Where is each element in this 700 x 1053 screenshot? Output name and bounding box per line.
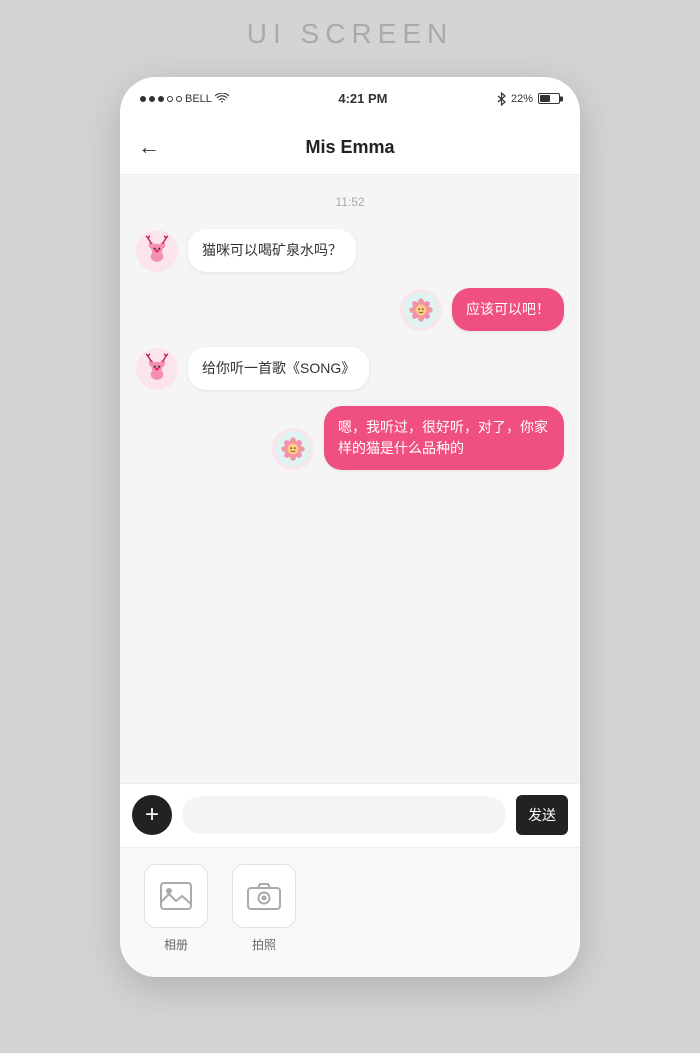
avatar-deer-2 — [136, 348, 178, 390]
message-row-3: 给你听一首歌《SONG》 — [136, 347, 564, 390]
plus-button[interactable]: + — [132, 795, 172, 835]
message-row-4: 嗯，我听过，很好听，对了，你家样的猫是什么品种的 — [136, 406, 564, 470]
send-button[interactable]: 发送 — [516, 795, 568, 835]
dot1 — [140, 96, 146, 102]
message-row-2: 应该可以吧！ — [136, 288, 564, 331]
status-time: 4:21 PM — [338, 91, 387, 106]
dot4 — [167, 96, 173, 102]
image-icon — [160, 882, 192, 910]
carrier-label: BELL — [185, 93, 212, 105]
status-right: 22% — [497, 92, 560, 106]
album-label: 相册 — [164, 936, 188, 953]
dot5 — [176, 96, 182, 102]
avatar-crab — [400, 289, 442, 331]
message-input[interactable] — [182, 796, 506, 834]
wifi-icon — [215, 93, 229, 104]
camera-label: 拍照 — [252, 936, 276, 953]
album-button[interactable]: 相册 — [144, 864, 208, 953]
album-icon-box — [144, 864, 208, 928]
avatar-crab-2 — [272, 428, 314, 470]
chat-title: Mis Emma — [305, 137, 394, 158]
input-area: + 发送 — [120, 783, 580, 847]
chat-header: ← Mis Emma — [120, 121, 580, 175]
bubble-2: 应该可以吧！ — [452, 288, 564, 331]
back-button[interactable]: ← — [138, 134, 160, 160]
bluetooth-icon — [497, 92, 506, 106]
chat-timestamp: 11:52 — [136, 195, 564, 209]
camera-icon — [247, 882, 281, 910]
battery-pct-label: 22% — [511, 93, 533, 105]
dot3 — [158, 96, 164, 102]
status-bar: BELL 4:21 PM 22% — [120, 77, 580, 121]
avatar-deer — [136, 230, 178, 272]
camera-button[interactable]: 拍照 — [232, 864, 296, 953]
message-row-1: 猫咪可以喝矿泉水吗？ — [136, 229, 564, 272]
signal-dots — [140, 96, 182, 102]
dot2 — [149, 96, 155, 102]
status-left: BELL — [140, 93, 229, 105]
camera-icon-box — [232, 864, 296, 928]
bubble-3: 给你听一首歌《SONG》 — [188, 347, 369, 390]
phone-wrapper: BELL 4:21 PM 22% ← Mis Emma — [120, 77, 580, 977]
bubble-1: 猫咪可以喝矿泉水吗？ — [188, 229, 356, 272]
ui-screen-label: UI SCREEN — [247, 18, 453, 50]
battery-icon — [538, 93, 560, 104]
chat-area: 11:52 — [120, 175, 580, 783]
bubble-4: 嗯，我听过，很好听，对了，你家样的猫是什么品种的 — [324, 406, 564, 470]
media-tray: 相册 拍照 — [120, 847, 580, 977]
